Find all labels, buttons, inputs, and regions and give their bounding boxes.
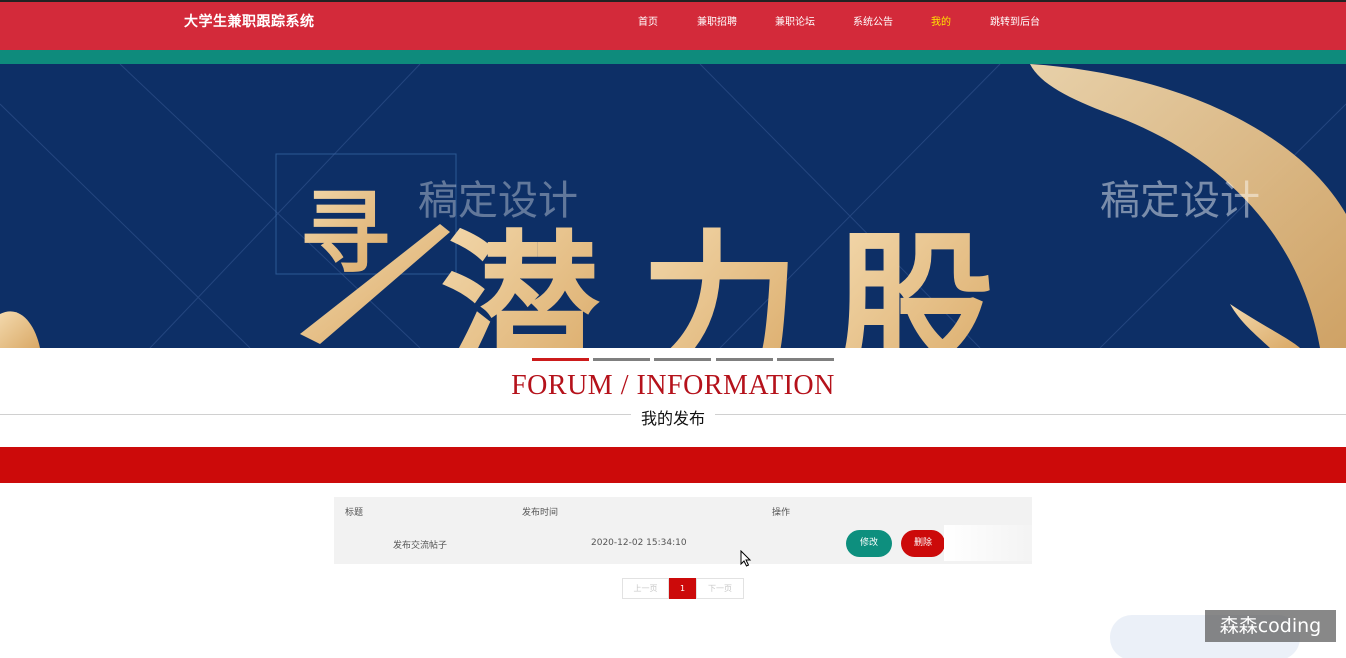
carousel-dot-2[interactable] xyxy=(593,358,650,361)
header-actions: 操作 xyxy=(772,508,791,518)
banner-carousel[interactable]: 寻 潜 力 股 稿定设计 稿定设计 xyxy=(0,64,1346,348)
header-time: 发布时间 xyxy=(522,508,559,518)
nav-item-jobs[interactable]: 兼职招聘 xyxy=(697,13,737,28)
banner-char-4: 股 xyxy=(835,214,995,348)
section-subtitle-text: 我的发布 xyxy=(630,409,715,428)
carousel-dot-5[interactable] xyxy=(777,358,834,361)
next-page-button[interactable]: 下一页 xyxy=(696,578,744,599)
site-header: 大学生兼职跟踪系统 首页 兼职招聘 兼职论坛 系统公告 我的 跳转到后台 xyxy=(0,2,1346,50)
page-button-current[interactable]: 1 xyxy=(669,578,696,599)
delete-button[interactable]: 删除 xyxy=(901,530,945,557)
row-title[interactable]: 发布交流帖子 xyxy=(393,538,447,551)
carousel-indicators xyxy=(532,358,842,362)
banner-char-2: 潜 xyxy=(440,214,600,348)
banner-watermark-2: 稿定设计 xyxy=(1100,178,1260,224)
nav-item-announcements[interactable]: 系统公告 xyxy=(853,13,893,28)
banner-watermark-1: 稿定设计 xyxy=(418,178,578,224)
page: 大学生兼职跟踪系统 首页 兼职招聘 兼职论坛 系统公告 我的 跳转到后台 寻 潜… xyxy=(0,0,1346,658)
watermark-label: 森森coding xyxy=(1205,610,1336,642)
banner-char-1: 寻 xyxy=(300,180,390,286)
row-time: 2020-12-02 15:34:10 xyxy=(591,538,687,548)
posts-table: 标题 发布时间 操作 发布交流帖子 2020-12-02 15:34:10 修改… xyxy=(334,497,1044,564)
carousel-dot-3[interactable] xyxy=(654,358,711,361)
main-nav: 首页 兼职招聘 兼职论坛 系统公告 我的 跳转到后台 xyxy=(0,13,1346,33)
section-subtitle: 我的发布 xyxy=(0,405,1346,429)
red-band xyxy=(0,447,1346,483)
prev-page-button[interactable]: 上一页 xyxy=(622,578,669,599)
banner-artwork: 寻 潜 力 股 稿定设计 稿定设计 xyxy=(0,64,1346,348)
carousel-dot-4[interactable] xyxy=(716,358,773,361)
edit-button[interactable]: 修改 xyxy=(846,530,892,557)
accent-bar xyxy=(0,50,1346,64)
banner-char-3: 力 xyxy=(640,214,800,348)
nav-item-mine[interactable]: 我的 xyxy=(931,13,951,28)
nav-item-home[interactable]: 首页 xyxy=(638,13,658,28)
carousel-dot-1[interactable] xyxy=(532,358,589,361)
nav-item-forum[interactable]: 兼职论坛 xyxy=(775,13,815,28)
nav-item-admin[interactable]: 跳转到后台 xyxy=(990,13,1040,28)
row-fade-overlay xyxy=(944,525,1044,561)
header-title: 标题 xyxy=(345,508,364,518)
section-title: FORUM / INFORMATION xyxy=(511,370,835,401)
mouse-cursor-icon xyxy=(740,550,752,567)
